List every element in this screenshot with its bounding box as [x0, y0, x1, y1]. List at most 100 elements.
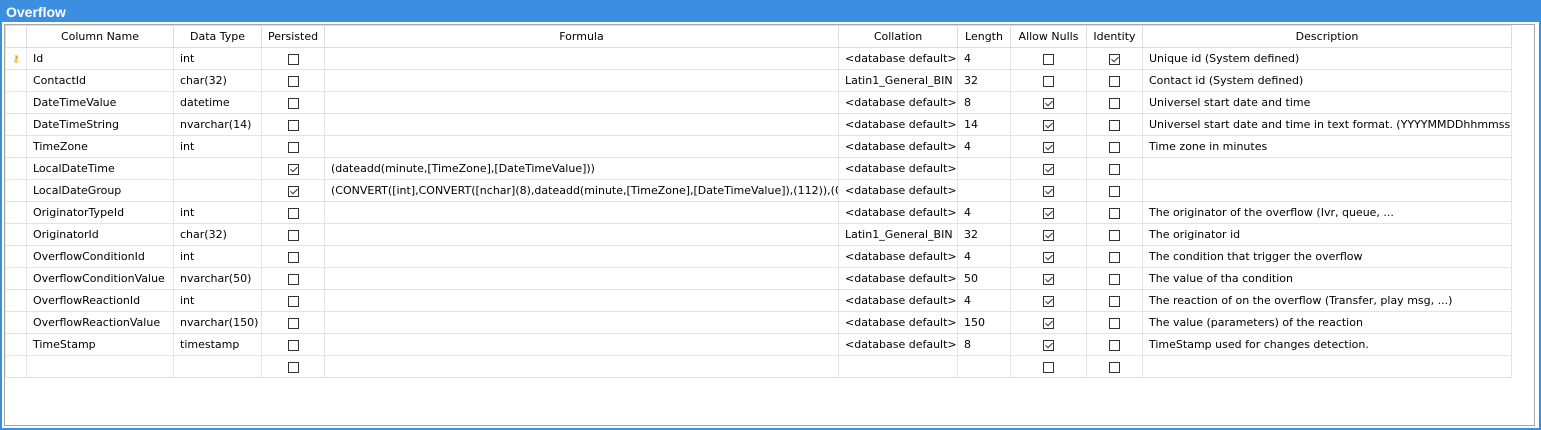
column-name-cell[interactable]: LocalDateGroup — [26, 179, 174, 202]
identity-checkbox[interactable] — [1109, 251, 1120, 263]
collation-cell[interactable]: <database default> — [838, 113, 958, 136]
data-type-cell[interactable]: int — [173, 135, 262, 158]
length-cell[interactable]: 8 — [957, 333, 1011, 356]
column-name-cell[interactable]: Id — [26, 47, 174, 70]
formula-cell[interactable] — [324, 201, 839, 224]
collation-cell[interactable]: Latin1_General_BIN — [838, 69, 958, 92]
column-name-cell[interactable]: TimeStamp — [26, 333, 174, 356]
description-cell[interactable]: The value (parameters) of the reaction — [1142, 311, 1512, 334]
length-cell[interactable]: 4 — [957, 289, 1011, 312]
collation-cell[interactable]: <database default> — [838, 91, 958, 114]
allow-nulls-checkbox[interactable] — [1043, 273, 1054, 285]
allow-nulls-checkbox[interactable] — [1043, 207, 1054, 219]
length-cell[interactable]: 150 — [957, 311, 1011, 334]
formula-cell[interactable] — [324, 91, 839, 114]
description-cell[interactable]: The originator of the overflow (Ivr, que… — [1142, 201, 1512, 224]
identity-checkbox[interactable] — [1109, 119, 1120, 131]
formula-cell[interactable] — [324, 245, 839, 268]
identity-checkbox[interactable] — [1109, 295, 1120, 307]
formula-cell[interactable] — [324, 223, 839, 246]
identity-checkbox[interactable] — [1109, 53, 1120, 65]
description-cell[interactable]: TimeStamp used for changes detection. — [1142, 333, 1512, 356]
row-selector[interactable] — [5, 113, 27, 136]
description-cell[interactable]: Contact id (System defined) — [1142, 69, 1512, 92]
description-cell[interactable] — [1142, 179, 1512, 202]
data-type-cell[interactable] — [173, 179, 262, 202]
data-type-cell[interactable]: timestamp — [173, 333, 262, 356]
persisted-checkbox[interactable] — [287, 207, 299, 219]
identity-checkbox[interactable] — [1109, 185, 1120, 197]
column-name-cell[interactable]: OverflowConditionId — [26, 245, 174, 268]
description-cell[interactable]: Time zone in minutes — [1142, 135, 1512, 158]
collation-cell[interactable]: <database default> — [838, 289, 958, 312]
description-cell[interactable]: The reaction of on the overflow (Transfe… — [1142, 289, 1512, 312]
persisted-checkbox[interactable] — [287, 229, 299, 241]
column-name-cell[interactable]: ContactId — [26, 69, 174, 92]
data-type-cell[interactable]: char(32) — [173, 69, 262, 92]
row-selector[interactable] — [5, 91, 27, 114]
length-cell[interactable] — [957, 355, 1011, 378]
formula-cell[interactable] — [324, 333, 839, 356]
formula-cell[interactable] — [324, 355, 839, 378]
description-cell[interactable] — [1142, 157, 1512, 180]
data-type-cell[interactable]: int — [173, 289, 262, 312]
header-formula[interactable]: Formula — [324, 25, 839, 48]
header-column-name[interactable]: Column Name — [26, 25, 174, 48]
persisted-checkbox[interactable] — [287, 141, 299, 153]
column-name-cell[interactable]: OriginatorTypeId — [26, 201, 174, 224]
identity-checkbox[interactable] — [1109, 141, 1120, 153]
persisted-checkbox[interactable] — [287, 317, 299, 329]
collation-cell[interactable]: <database default> — [838, 47, 958, 70]
collation-cell[interactable]: <database default> — [838, 311, 958, 334]
row-selector[interactable] — [5, 311, 27, 334]
persisted-checkbox[interactable] — [287, 97, 299, 109]
row-selector[interactable] — [5, 223, 27, 246]
collation-cell[interactable]: <database default> — [838, 267, 958, 290]
identity-checkbox[interactable] — [1109, 207, 1120, 219]
persisted-checkbox[interactable] — [287, 339, 299, 351]
length-cell[interactable]: 4 — [957, 245, 1011, 268]
data-type-cell[interactable]: int — [173, 245, 262, 268]
collation-cell[interactable]: <database default> — [838, 245, 958, 268]
row-selector[interactable] — [5, 135, 27, 158]
length-cell[interactable]: 8 — [957, 91, 1011, 114]
description-cell[interactable] — [1142, 355, 1512, 378]
column-name-cell[interactable]: OverflowReactionValue — [26, 311, 174, 334]
column-name-cell[interactable]: LocalDateTime — [26, 157, 174, 180]
header-identity[interactable]: Identity — [1086, 25, 1143, 48]
persisted-checkbox[interactable] — [287, 185, 299, 197]
length-cell[interactable]: 4 — [957, 135, 1011, 158]
allow-nulls-checkbox[interactable] — [1043, 185, 1054, 197]
formula-cell[interactable] — [324, 69, 839, 92]
length-cell[interactable]: 14 — [957, 113, 1011, 136]
length-cell[interactable]: 32 — [957, 223, 1011, 246]
collation-cell[interactable]: <database default> — [838, 135, 958, 158]
data-type-cell[interactable]: int — [173, 47, 262, 70]
collation-cell[interactable]: Latin1_General_BIN — [838, 223, 958, 246]
description-cell[interactable]: The value of tha condition — [1142, 267, 1512, 290]
length-cell[interactable]: 4 — [957, 47, 1011, 70]
collation-cell[interactable]: <database default> — [838, 333, 958, 356]
length-cell[interactable] — [957, 157, 1011, 180]
formula-cell[interactable] — [324, 267, 839, 290]
row-selector[interactable] — [5, 333, 27, 356]
length-cell[interactable]: 50 — [957, 267, 1011, 290]
data-type-cell[interactable] — [173, 355, 262, 378]
data-type-cell[interactable]: char(32) — [173, 223, 262, 246]
persisted-checkbox[interactable] — [287, 273, 299, 285]
row-selector[interactable]: ⚷ — [5, 47, 27, 70]
description-cell[interactable]: The condition that trigger the overflow — [1142, 245, 1512, 268]
data-type-cell[interactable]: datetime — [173, 91, 262, 114]
row-selector[interactable] — [5, 69, 27, 92]
persisted-checkbox[interactable] — [287, 53, 299, 65]
column-name-cell[interactable] — [26, 355, 174, 378]
persisted-checkbox[interactable] — [287, 119, 299, 131]
allow-nulls-checkbox[interactable] — [1043, 53, 1054, 65]
allow-nulls-checkbox[interactable] — [1043, 251, 1054, 263]
formula-cell[interactable]: (dateadd(minute,[TimeZone],[DateTimeValu… — [324, 157, 839, 180]
allow-nulls-checkbox[interactable] — [1043, 119, 1054, 131]
identity-checkbox[interactable] — [1109, 273, 1120, 285]
persisted-checkbox[interactable] — [287, 295, 299, 307]
header-length[interactable]: Length — [957, 25, 1011, 48]
identity-checkbox[interactable] — [1109, 229, 1120, 241]
